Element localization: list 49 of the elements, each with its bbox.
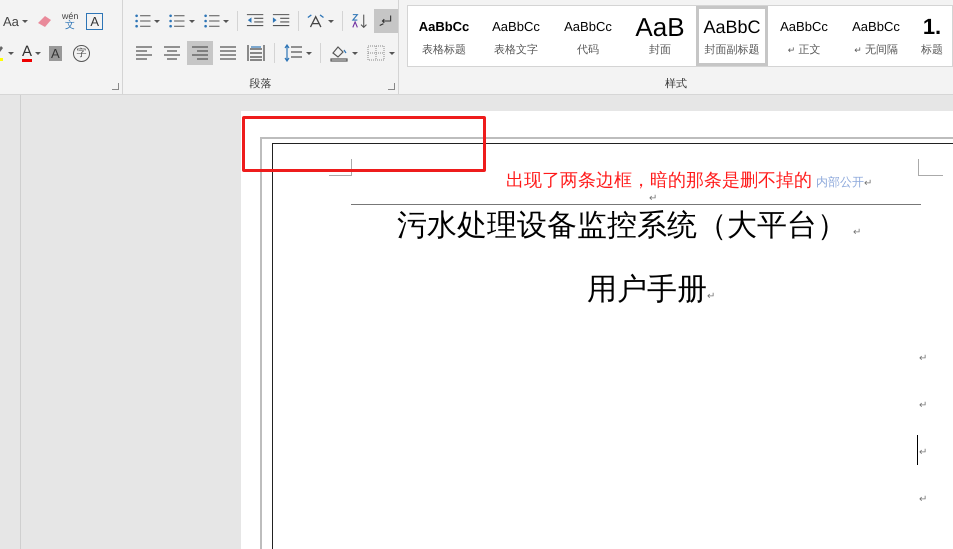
numbering-icon bbox=[168, 12, 186, 30]
dropdown-arrow-icon bbox=[35, 52, 42, 54]
document-subtitle: 用户手册 bbox=[587, 272, 707, 308]
paragraph-mark: ↵ bbox=[864, 178, 872, 189]
font-color-button[interactable]: A bbox=[19, 41, 44, 65]
dropdown-arrow-icon bbox=[306, 52, 312, 54]
paragraph-mark: ↵ bbox=[919, 494, 928, 505]
align-right-button[interactable] bbox=[187, 41, 213, 65]
document-title: 污水处理设备监控系统（大平台） bbox=[397, 208, 847, 244]
align-center-icon bbox=[162, 44, 182, 62]
dialog-launcher-icon[interactable] bbox=[388, 83, 395, 90]
paragraph-mark: ↵ bbox=[649, 193, 658, 204]
annotation-text: 出现了两条边框，暗的那条是删不掉的 bbox=[506, 169, 812, 192]
group-label: 样式 bbox=[665, 77, 687, 91]
case-button[interactable]: Aa bbox=[0, 9, 31, 33]
dialog-launcher-icon[interactable] bbox=[112, 83, 119, 90]
paragraph-mark: ↵ bbox=[853, 227, 862, 238]
crop-mark bbox=[918, 159, 943, 176]
style-item[interactable]: AaBbC 封面副标题 bbox=[696, 6, 768, 66]
dropdown-arrow-icon bbox=[154, 20, 160, 22]
dropdown-arrow-icon bbox=[22, 20, 28, 22]
eraser-icon bbox=[36, 13, 54, 29]
bullets-icon bbox=[134, 12, 152, 30]
dropdown-arrow-icon bbox=[328, 20, 334, 22]
dropdown-arrow-icon bbox=[188, 20, 195, 22]
paragraph-mark: ↵ bbox=[919, 400, 928, 411]
phonetic-button[interactable]: wén 文 bbox=[58, 9, 82, 33]
align-left-icon bbox=[134, 44, 154, 62]
dropdown-arrow-icon bbox=[8, 52, 14, 54]
asian-layout-icon bbox=[307, 12, 325, 30]
dropdown-arrow-icon bbox=[223, 20, 230, 22]
paragraph-mark: ↵ bbox=[707, 291, 716, 302]
paragraph-mark: ↵ bbox=[919, 353, 928, 364]
dropdown-arrow-icon bbox=[352, 52, 358, 54]
line-spacing-icon bbox=[283, 44, 303, 62]
dropdown-arrow-icon bbox=[389, 52, 395, 54]
shading-icon bbox=[329, 44, 349, 62]
header-text: 内部公开 bbox=[816, 174, 864, 191]
borders-icon bbox=[366, 44, 386, 62]
justify-icon bbox=[218, 44, 238, 62]
multilevel-icon bbox=[202, 12, 220, 30]
align-right-icon bbox=[190, 44, 210, 62]
shaded-button[interactable]: A bbox=[46, 41, 68, 65]
distribute-icon bbox=[246, 44, 266, 62]
show-marks-button[interactable] bbox=[374, 9, 398, 33]
paragraph-mark: ↵ bbox=[919, 447, 928, 458]
crop-mark bbox=[329, 159, 352, 176]
group-label: 段落 bbox=[250, 77, 272, 91]
sort-icon bbox=[350, 12, 369, 30]
